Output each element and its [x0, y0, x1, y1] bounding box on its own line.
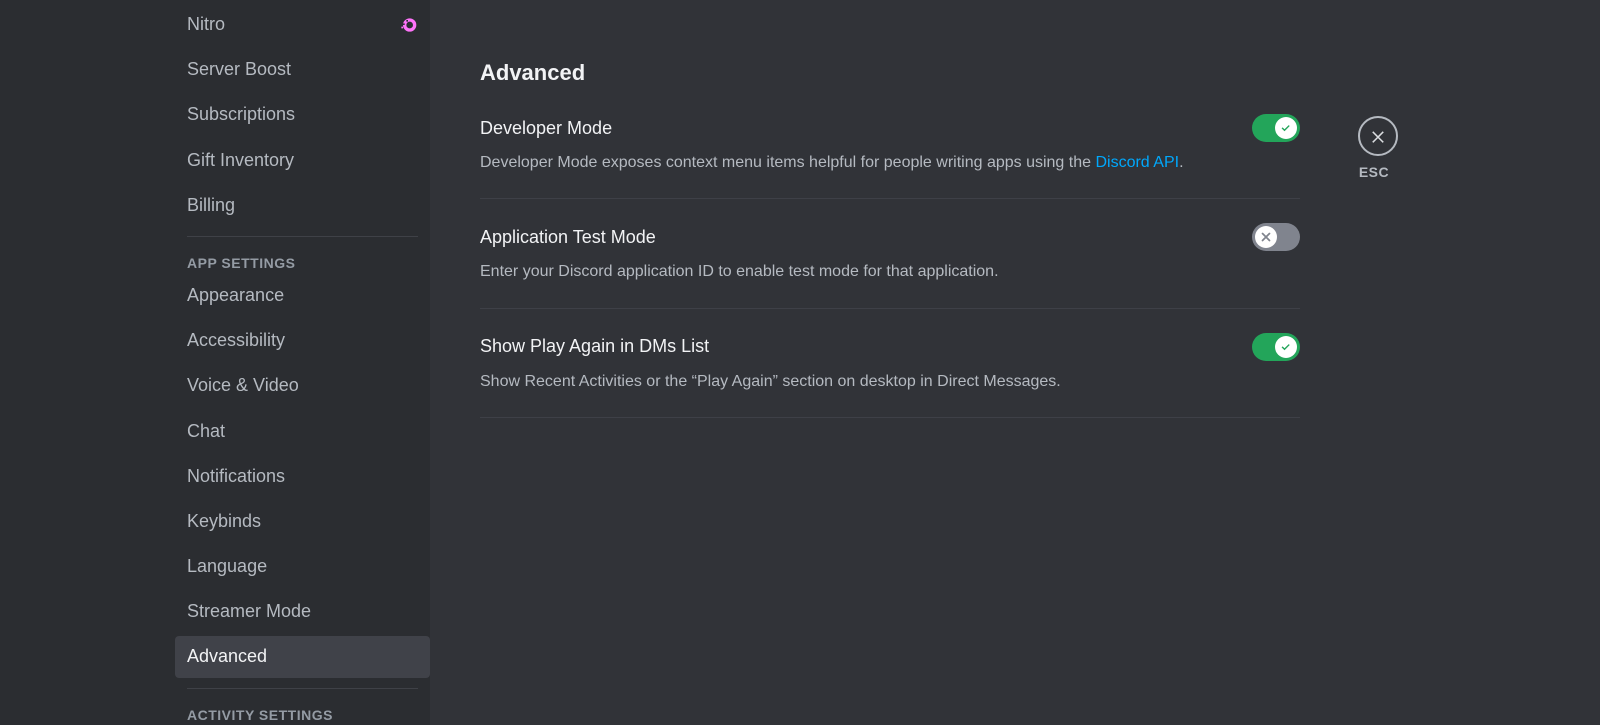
setting-desc-text: Show Recent Activities or the “Play Agai… — [480, 373, 1061, 390]
sidebar-separator — [187, 688, 418, 689]
sidebar-item-keybinds[interactable]: Keybinds — [175, 501, 430, 542]
sidebar-item-label: Voice & Video — [187, 373, 299, 398]
setting-desc-text: Developer Mode exposes context menu item… — [480, 154, 1095, 171]
sidebar-item-label: Billing — [187, 193, 235, 218]
setting-desc: Developer Mode exposes context menu item… — [480, 152, 1300, 174]
sidebar-header-app-settings: APP SETTINGS — [175, 247, 430, 275]
sidebar-item-language[interactable]: Language — [175, 546, 430, 587]
setting-row: Show Play Again in DMs List — [480, 333, 1300, 361]
sidebar-item-label: Gift Inventory — [187, 148, 294, 173]
sidebar-item-label: Streamer Mode — [187, 599, 311, 624]
content-inner: Advanced Developer Mode Developer Mode e… — [480, 60, 1300, 725]
sidebar-item-label: Language — [187, 554, 267, 579]
close-icon — [1369, 127, 1387, 145]
sidebar-item-label: Notifications — [187, 464, 285, 489]
close-label: ESC — [1358, 164, 1390, 180]
close-button[interactable] — [1358, 116, 1398, 156]
setting-row: Application Test Mode — [480, 223, 1300, 251]
setting-desc-text: Enter your Discord application ID to ena… — [480, 263, 999, 280]
toggle-show-play-again[interactable] — [1252, 333, 1300, 361]
sidebar-item-streamer-mode[interactable]: Streamer Mode — [175, 591, 430, 632]
sidebar-item-server-boost[interactable]: Server Boost — [175, 49, 430, 90]
setting-desc: Enter your Discord application ID to ena… — [480, 261, 1300, 283]
settings-app: Nitro Server Boost Subscriptions Gift In… — [0, 0, 1600, 725]
settings-sidebar: Nitro Server Boost Subscriptions Gift In… — [0, 0, 430, 725]
sidebar-item-label: Chat — [187, 419, 225, 444]
sidebar-item-label: Subscriptions — [187, 102, 295, 127]
sidebar-item-accessibility[interactable]: Accessibility — [175, 320, 430, 361]
check-icon — [1279, 340, 1293, 354]
close-column: ESC — [1300, 60, 1390, 725]
sidebar-item-voice-video[interactable]: Voice & Video — [175, 365, 430, 406]
sidebar-item-notifications[interactable]: Notifications — [175, 456, 430, 497]
setting-show-play-again: Show Play Again in DMs List Show Recent … — [480, 333, 1300, 418]
settings-content: Advanced Developer Mode Developer Mode e… — [430, 0, 1600, 725]
toggle-application-test-mode[interactable] — [1252, 223, 1300, 251]
sidebar-item-chat[interactable]: Chat — [175, 411, 430, 452]
page-title: Advanced — [480, 60, 1300, 86]
sidebar-item-label: Server Boost — [187, 57, 291, 82]
setting-row: Developer Mode — [480, 114, 1300, 142]
discord-api-link[interactable]: Discord API — [1095, 154, 1179, 171]
sidebar-item-gift-inventory[interactable]: Gift Inventory — [175, 140, 430, 181]
toggle-developer-mode[interactable] — [1252, 114, 1300, 142]
sidebar-inner: Nitro Server Boost Subscriptions Gift In… — [175, 0, 430, 725]
setting-desc-post: . — [1179, 154, 1183, 171]
sidebar-header-activity-settings: ACTIVITY SETTINGS — [175, 699, 430, 725]
toggle-thumb — [1255, 226, 1277, 248]
sidebar-item-appearance[interactable]: Appearance — [175, 275, 430, 316]
sidebar-item-billing[interactable]: Billing — [175, 185, 430, 226]
setting-developer-mode: Developer Mode Developer Mode exposes co… — [480, 114, 1300, 199]
sidebar-item-subscriptions[interactable]: Subscriptions — [175, 94, 430, 135]
sidebar-item-advanced[interactable]: Advanced — [175, 636, 430, 677]
sidebar-separator — [187, 236, 418, 237]
sidebar-item-nitro[interactable]: Nitro — [175, 4, 430, 45]
sidebar-item-label: Keybinds — [187, 509, 261, 534]
sidebar-item-label: Nitro — [187, 12, 225, 37]
setting-title: Show Play Again in DMs List — [480, 336, 709, 357]
sidebar-item-label: Accessibility — [187, 328, 285, 353]
setting-title: Application Test Mode — [480, 227, 656, 248]
sidebar-item-label: Advanced — [187, 644, 267, 669]
x-icon — [1259, 230, 1273, 244]
toggle-thumb — [1275, 117, 1297, 139]
check-icon — [1279, 121, 1293, 135]
toggle-thumb — [1275, 336, 1297, 358]
setting-title: Developer Mode — [480, 118, 612, 139]
nitro-icon — [398, 18, 418, 32]
setting-application-test-mode: Application Test Mode Enter your Discord… — [480, 223, 1300, 308]
sidebar-item-label: Appearance — [187, 283, 284, 308]
setting-desc: Show Recent Activities or the “Play Agai… — [480, 371, 1300, 393]
